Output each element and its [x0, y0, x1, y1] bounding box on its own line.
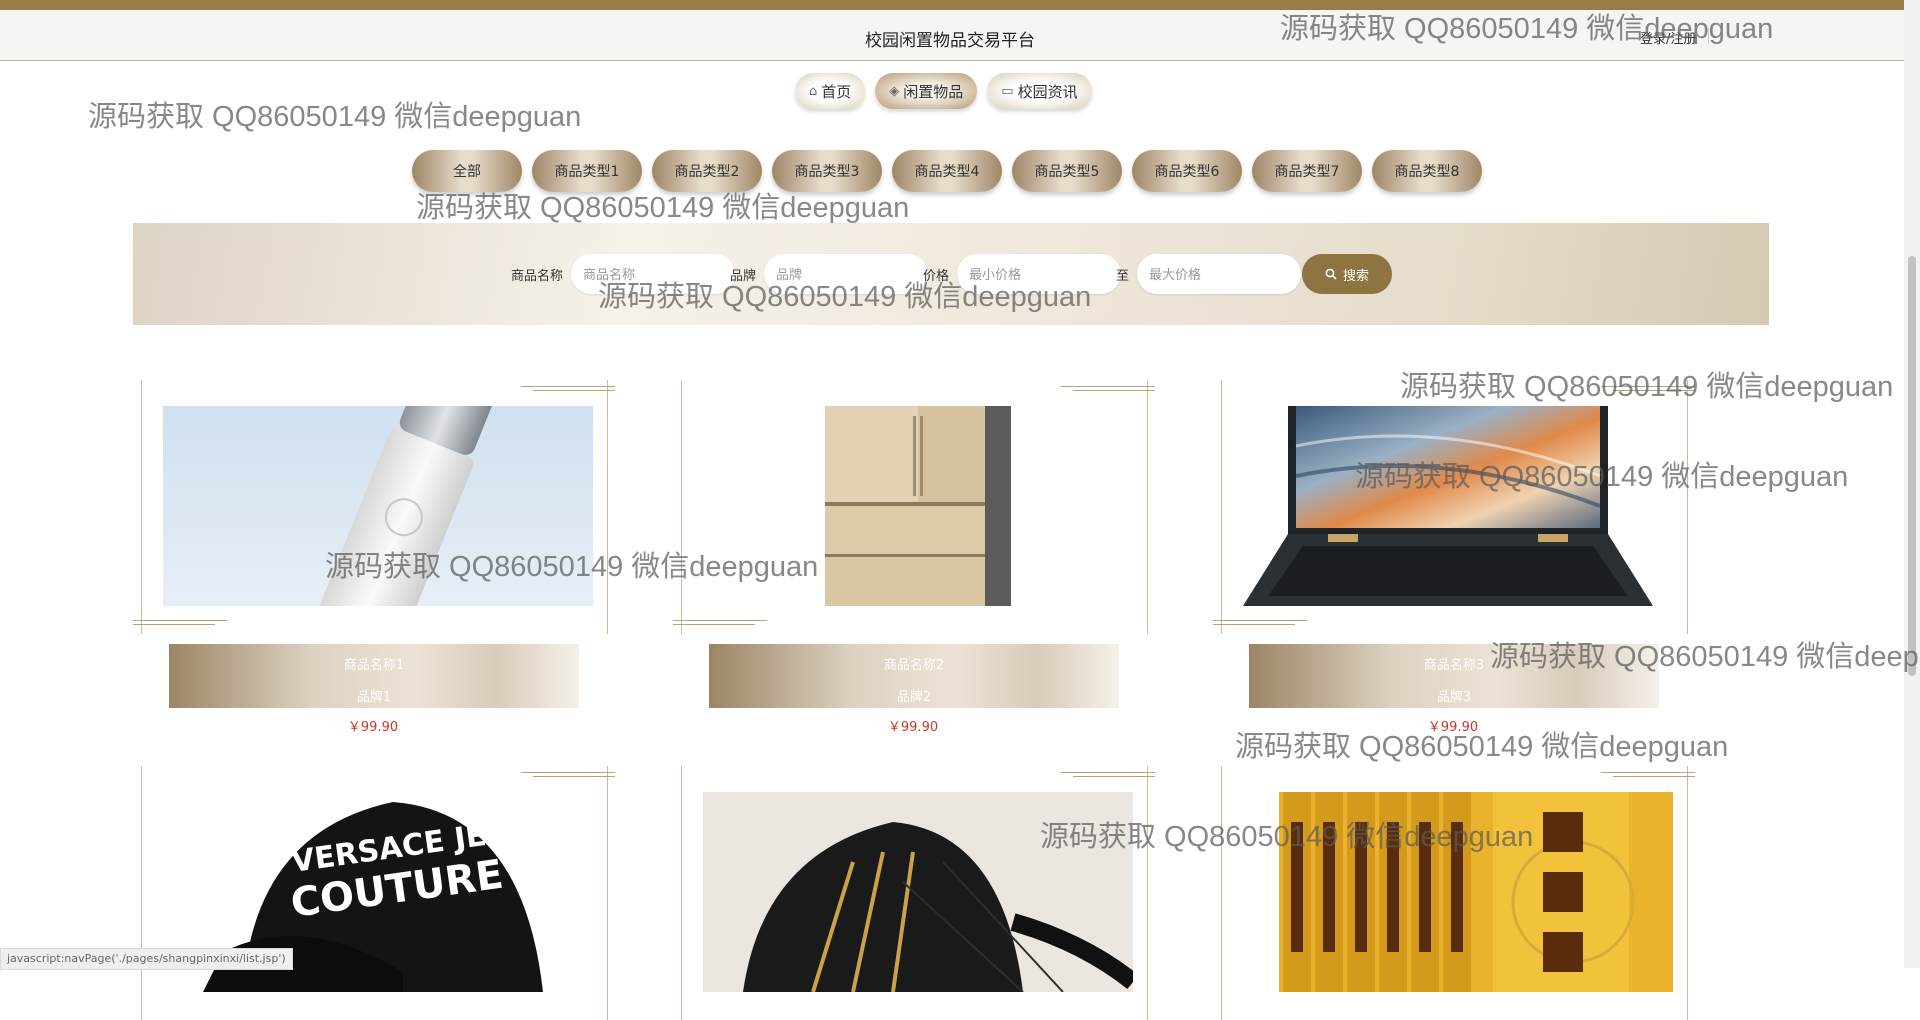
product-price: ￥99.90: [887, 720, 939, 735]
top-accent-bar: [0, 0, 1920, 10]
product-name[interactable]: 商品名称1: [169, 654, 579, 673]
category-type-1[interactable]: 商品类型1: [532, 150, 642, 192]
category-type-3[interactable]: 商品类型3: [772, 150, 882, 192]
search-icon: [1325, 268, 1337, 280]
search-max-group: 至: [1116, 223, 1302, 325]
product-name[interactable]: 商品名称2: [709, 654, 1119, 673]
page-scrollbar-thumb[interactable]: [1908, 256, 1916, 676]
product-info-bar: 商品名称1 品牌1: [169, 644, 579, 708]
search-brand-label: 品牌: [730, 268, 757, 284]
search-button-wrap: 搜索: [1302, 223, 1392, 325]
brand-input[interactable]: [764, 254, 929, 294]
nav-idle-items-label: 闲置物品: [903, 82, 964, 101]
product-image-bag[interactable]: [703, 792, 1133, 992]
product-image-cosmetic-bottle[interactable]: [163, 406, 593, 606]
product-brand: 品牌2: [896, 690, 932, 705]
nav-home-label: 首页: [821, 82, 852, 101]
home-icon: ⌂: [809, 83, 818, 99]
search-price-group: 价格: [923, 223, 1122, 325]
category-type-5[interactable]: 商品类型5: [1012, 150, 1122, 192]
login-register-link[interactable]: 登录/注册: [1640, 28, 1696, 47]
nav-campus-news[interactable]: ▭ 校园资讯: [987, 73, 1092, 109]
product-image-refrigerator[interactable]: [703, 406, 1133, 606]
search-button-label: 搜索: [1342, 267, 1369, 283]
search-name-label: 商品名称: [511, 268, 564, 284]
book-icon: ▭: [1001, 83, 1014, 99]
search-name-group: 商品名称: [511, 223, 736, 325]
status-bar-url: javascript:navPage('./pages/shangpinxinx…: [0, 948, 293, 970]
product-name-input[interactable]: [571, 254, 736, 294]
max-price-input[interactable]: [1137, 254, 1302, 294]
category-type-6[interactable]: 商品类型6: [1132, 150, 1242, 192]
product-image-laptop[interactable]: [1243, 406, 1673, 606]
product-info-bar: 商品名称2 品牌2: [709, 644, 1119, 708]
product-info-bar: 商品名称3 品牌3: [1249, 644, 1659, 708]
product-name[interactable]: 商品名称3: [1249, 654, 1659, 673]
category-all[interactable]: 全部: [412, 150, 522, 192]
nav-campus-news-label: 校园资讯: [1017, 82, 1078, 101]
nav-idle-items[interactable]: ◈ 闲置物品: [875, 73, 978, 109]
category-type-8[interactable]: 商品类型8: [1372, 150, 1482, 192]
product-price: ￥99.90: [347, 720, 399, 735]
header-divider: [1708, 28, 1709, 44]
layers-icon: ◈: [889, 83, 900, 99]
watermark-text: 源码获取 QQ86050149 微信deepguan: [88, 101, 582, 133]
search-price-label: 价格: [923, 268, 950, 284]
search-brand-group: 品牌: [730, 223, 929, 325]
category-type-2[interactable]: 商品类型2: [652, 150, 762, 192]
search-to-label: 至: [1116, 268, 1130, 284]
category-filter: 全部 商品类型1 商品类型2 商品类型3 商品类型4 商品类型5 商品类型6 商…: [412, 150, 1482, 192]
site-title: 校园闲置物品交易平台: [865, 31, 1035, 51]
category-type-7[interactable]: 商品类型7: [1252, 150, 1362, 192]
min-price-input[interactable]: [957, 254, 1122, 294]
main-nav: ⌂ 首页 ◈ 闲置物品 ▭ 校园资讯: [795, 73, 1092, 109]
product-brand: 品牌1: [356, 690, 392, 705]
search-panel: 商品名称 品牌 价格 至 搜索: [133, 223, 1769, 325]
category-type-4[interactable]: 商品类型4: [892, 150, 1002, 192]
product-price: ￥99.90: [1427, 720, 1479, 735]
product-image-books[interactable]: [1243, 792, 1673, 992]
search-button[interactable]: 搜索: [1302, 254, 1392, 294]
nav-home[interactable]: ⌂ 首页: [795, 73, 866, 109]
product-brand: 品牌3: [1436, 690, 1472, 705]
